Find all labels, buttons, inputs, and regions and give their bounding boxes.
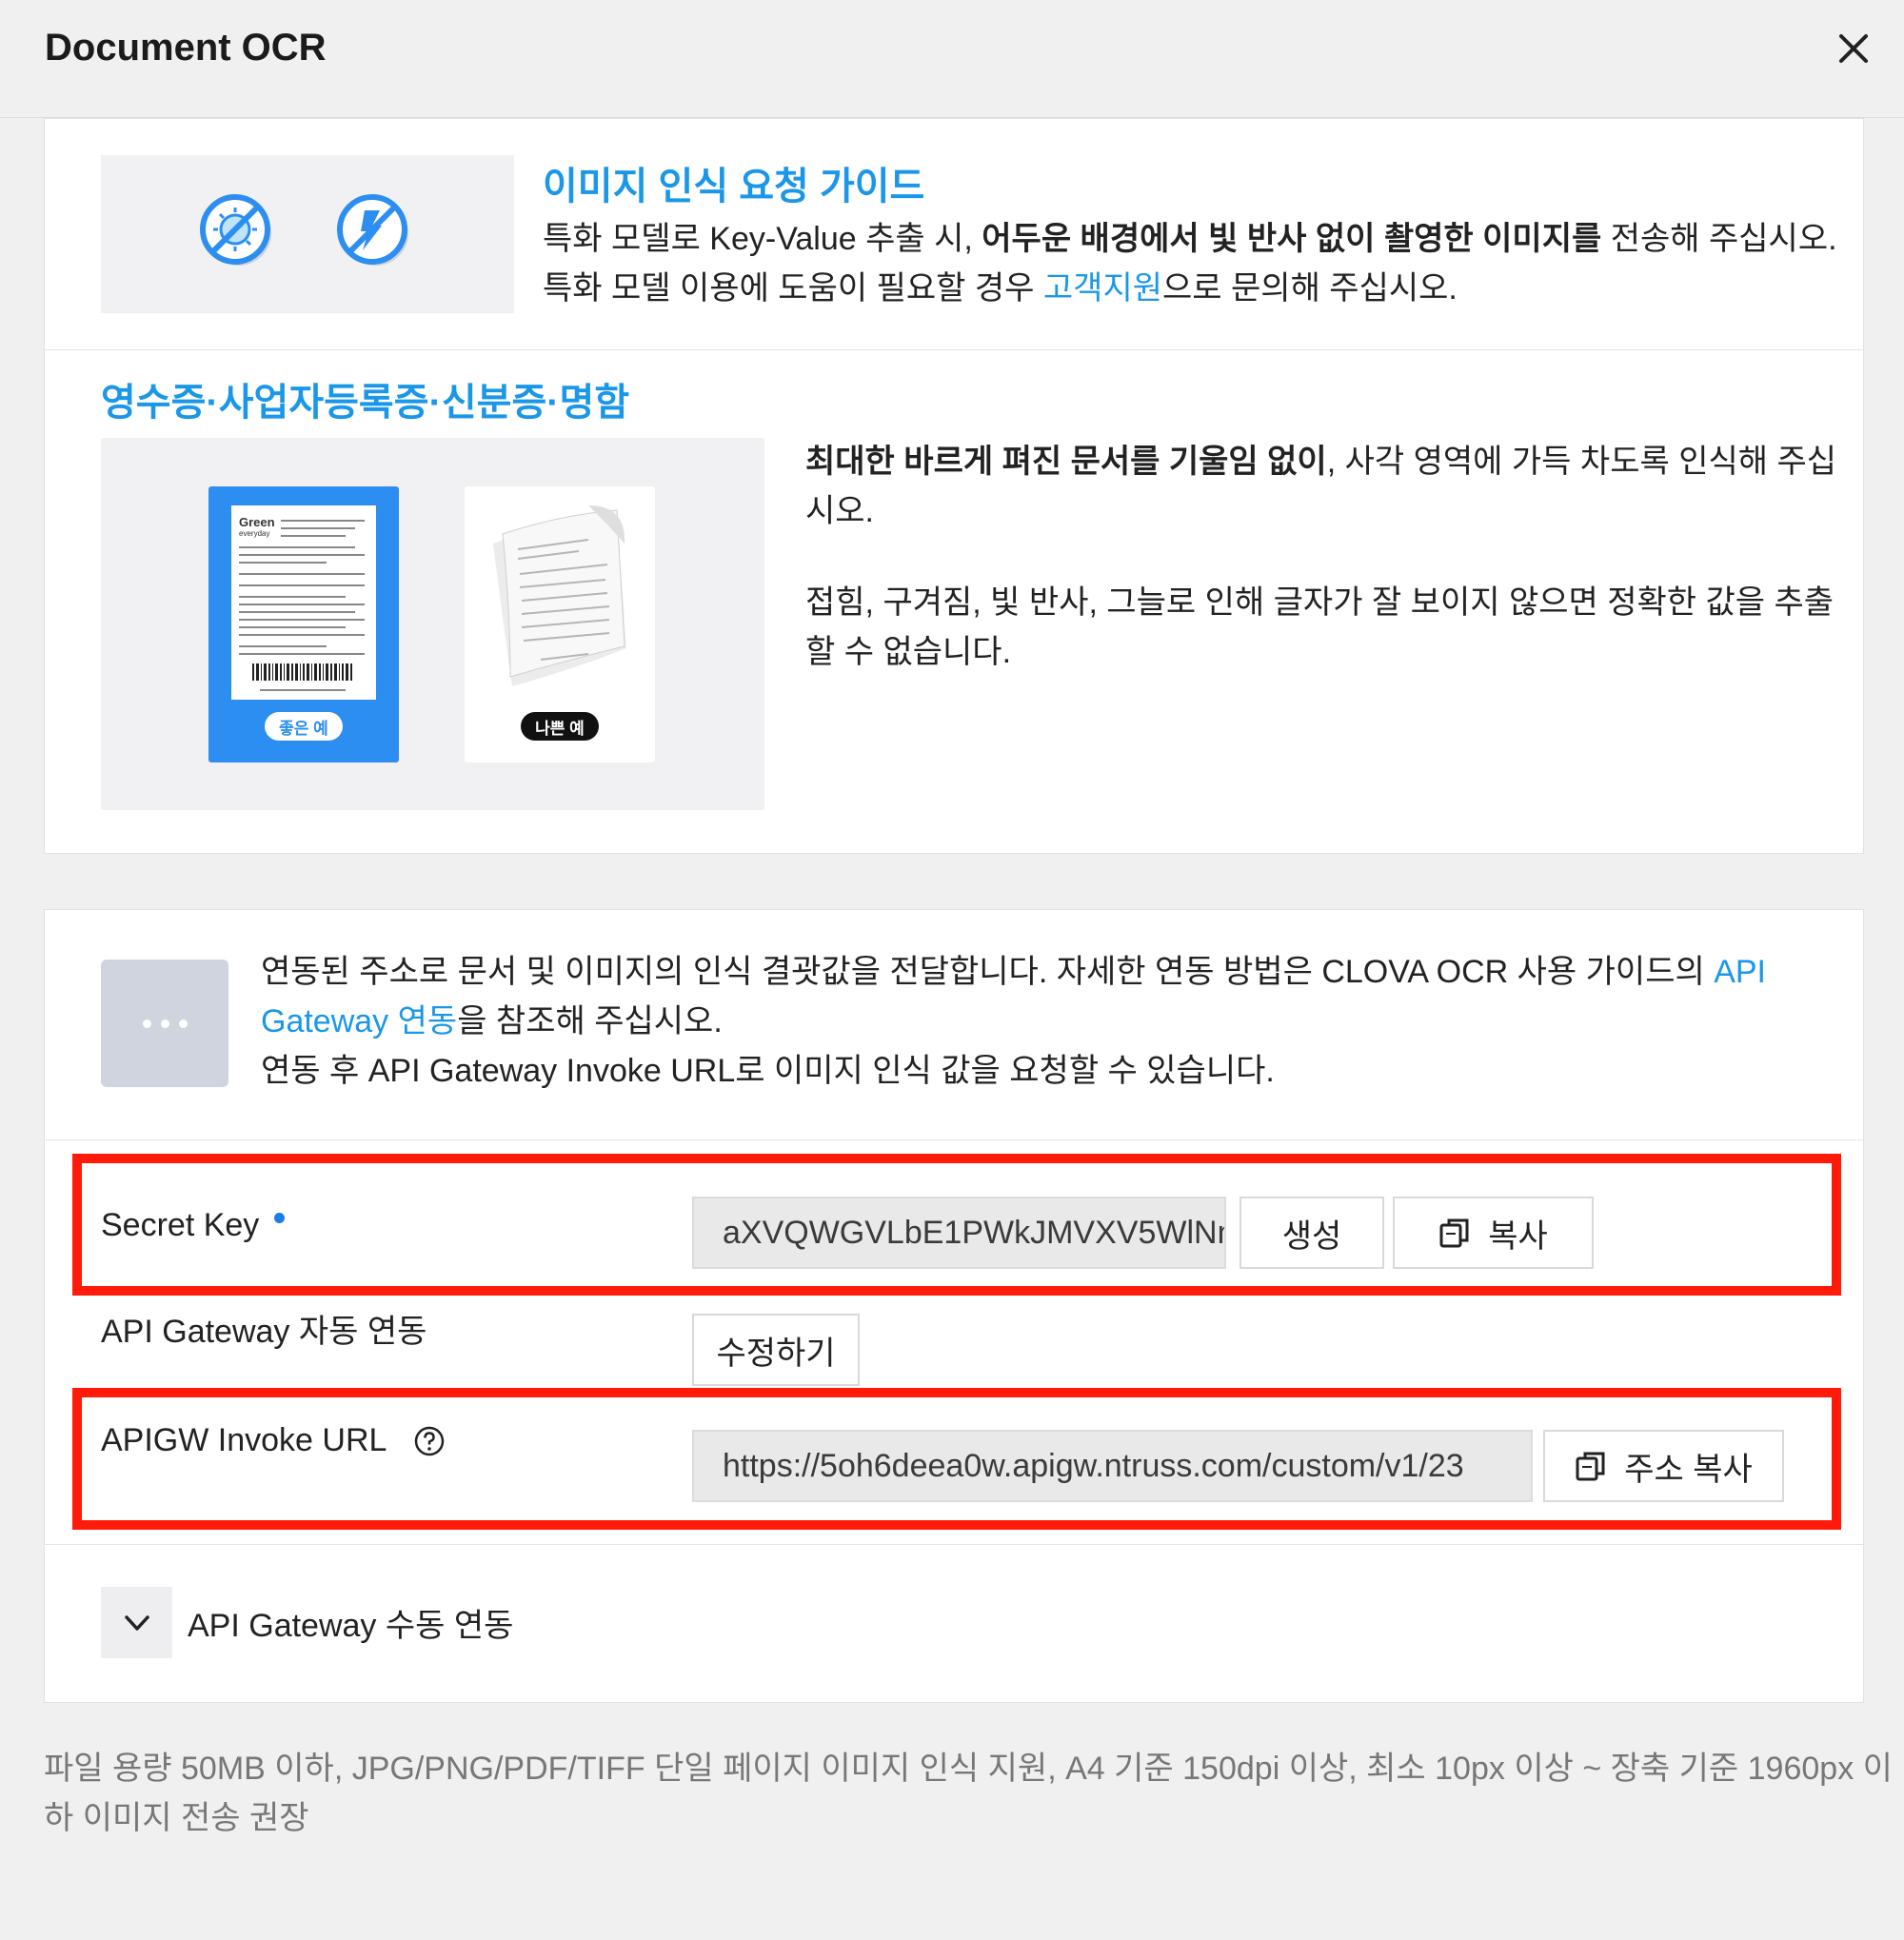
- svg-text:Green: Green: [239, 515, 275, 529]
- integration-icon: [101, 960, 228, 1087]
- bad-receipt-image: [493, 505, 626, 686]
- guide-line-1: 특화 모델로 Key-Value 추출 시, 어두운 배경에서 빛 반사 없이 …: [543, 221, 1837, 257]
- chevron-down-icon: [124, 1614, 149, 1631]
- dialog-header: Document OCR: [0, 0, 1904, 118]
- bad-example-badge: 나쁜 예: [521, 712, 599, 741]
- api-gateway-guide-link-cont[interactable]: Gateway 연동: [261, 1003, 457, 1039]
- divider: [45, 349, 1863, 350]
- highlight-secret-key: [72, 1154, 1841, 1296]
- more-icon: [142, 1019, 188, 1028]
- close-icon: [1839, 34, 1868, 63]
- expand-button[interactable]: [101, 1587, 172, 1658]
- dialog-title: Document OCR: [45, 27, 327, 69]
- integration-card: 연동된 주소로 문서 및 이미지의 인식 결괏값을 전달합니다. 자세한 연동 …: [44, 909, 1864, 1703]
- upload-guide-note: 파일 용량 50MB 이하, JPG/PNG/PDF/TIFF 단일 페이지 이…: [44, 1751, 1893, 1836]
- manual-link-toggle[interactable]: API Gateway 수동 연동: [101, 1587, 513, 1658]
- guide-card: 이미지 인식 요청 가이드 특화 모델로 Key-Value 추출 시, 어두운…: [44, 118, 1864, 854]
- integration-description: 연동된 주소로 문서 및 이미지의 인식 결괏값을 전달합니다. 자세한 연동 …: [261, 954, 1767, 1089]
- docs-paragraph-1: 최대한 바르게 펴진 문서를 기울임 없이, 사각 영역에 가득 차도록 인식해…: [805, 444, 1837, 529]
- divider: [45, 1139, 1863, 1140]
- good-receipt-image: Green everyday: [231, 505, 376, 700]
- docs-title: 영수증·사업자등록증·신분증·명함: [101, 382, 630, 424]
- highlight-invoke-url: [72, 1388, 1841, 1530]
- divider: [45, 1544, 1863, 1545]
- example-panel: Green everyday 좋은 예 나쁜 예: [101, 438, 764, 810]
- guide-title: 이미지 인식 요청 가이드: [543, 166, 925, 208]
- bad-example-card: 나쁜 예: [465, 486, 655, 762]
- svg-text:everyday: everyday: [239, 529, 269, 538]
- good-example-card: Green everyday 좋은 예: [208, 486, 399, 762]
- manual-link-label: API Gateway 수동 연동: [188, 1608, 514, 1644]
- close-button[interactable]: [1830, 25, 1877, 72]
- guide-line-2: 특화 모델 이용에 도움이 필요할 경우 고객지원으로 문의해 주십시오.: [543, 270, 1458, 307]
- api-gateway-guide-link[interactable]: API: [1714, 954, 1766, 990]
- no-light-icon: [200, 194, 271, 266]
- docs-paragraph-2: 접힘, 구겨짐, 빛 반사, 그늘로 인해 글자가 잘 보이지 않으면 정확한 …: [805, 584, 1835, 670]
- edit-button[interactable]: 수정하기: [692, 1314, 860, 1386]
- auto-link-label: API Gateway 자동 연동: [101, 1314, 427, 1350]
- customer-support-link[interactable]: 고객지원: [1043, 270, 1162, 307]
- guide-icon-panel: [101, 155, 514, 313]
- no-flash-icon: [337, 194, 408, 266]
- good-example-badge: 좋은 예: [265, 712, 343, 741]
